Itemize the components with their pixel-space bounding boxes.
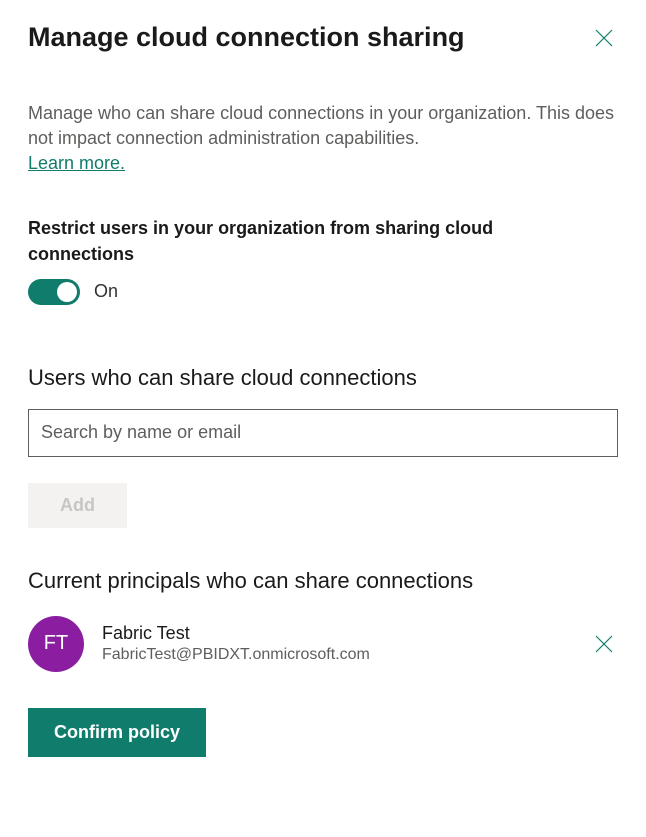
principal-email: FabricTest@PBIDXT.onmicrosoft.com xyxy=(102,646,572,664)
principal-row: FT Fabric Test FabricTest@PBIDXT.onmicro… xyxy=(28,616,618,672)
principals-section-heading: Current principals who can share connect… xyxy=(28,568,618,594)
restrict-toggle[interactable] xyxy=(28,279,80,305)
restrict-toggle-label: Restrict users in your organization from… xyxy=(28,216,588,266)
add-button[interactable]: Add xyxy=(28,483,127,528)
toggle-knob xyxy=(57,282,77,302)
panel-description: Manage who can share cloud connections i… xyxy=(28,101,618,151)
remove-principal-button[interactable] xyxy=(590,630,618,658)
avatar: FT xyxy=(28,616,84,672)
users-section-heading: Users who can share cloud connections xyxy=(28,365,618,391)
search-input[interactable] xyxy=(28,409,618,457)
close-icon xyxy=(594,634,614,654)
confirm-policy-button[interactable]: Confirm policy xyxy=(28,708,206,757)
toggle-state-label: On xyxy=(94,281,118,302)
close-icon xyxy=(594,28,614,48)
close-button[interactable] xyxy=(590,24,618,52)
panel-title: Manage cloud connection sharing xyxy=(28,22,465,53)
principal-name: Fabric Test xyxy=(102,623,572,644)
principal-info: Fabric Test FabricTest@PBIDXT.onmicrosof… xyxy=(102,623,572,664)
learn-more-link[interactable]: Learn more. xyxy=(28,153,125,174)
